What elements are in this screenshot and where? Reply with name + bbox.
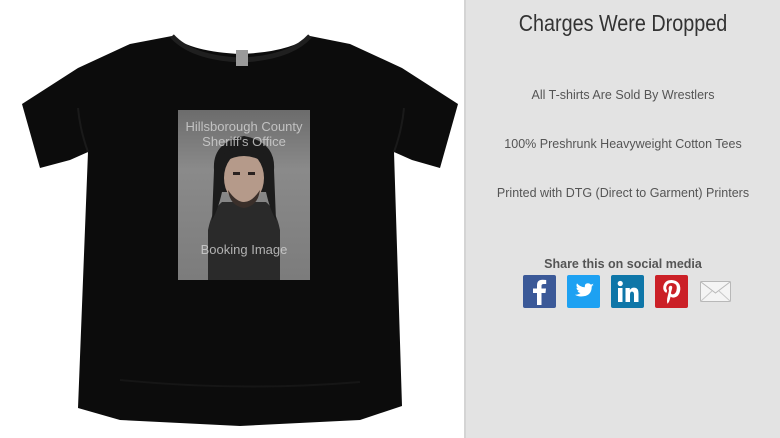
twitter-share-button[interactable]: [567, 275, 600, 308]
pinterest-share-button[interactable]: [655, 275, 688, 308]
email-share-button[interactable]: [699, 275, 732, 308]
product-title: Charges Were Dropped: [518, 10, 728, 36]
feature-sold-by: All T-shirts Are Sold By Wrestlers: [531, 88, 715, 102]
feature-fabric: 100% Preshrunk Heavyweight Cotton Tees: [504, 137, 742, 151]
mugshot-agency-line1: Hillsborough County: [185, 119, 303, 134]
pinterest-icon: [663, 280, 681, 304]
envelope-icon: [700, 281, 731, 302]
feature-printing: Printed with DTG (Direct to Garment) Pri…: [496, 186, 750, 200]
mugshot-caption: Booking Image: [200, 242, 288, 257]
linkedin-share-button[interactable]: [611, 275, 644, 308]
product-info-panel: Charges Were Dropped All T-shirts Are So…: [466, 0, 780, 438]
linkedin-icon: [617, 280, 639, 302]
share-heading: Share this on social media: [544, 257, 702, 271]
twitter-icon: [574, 283, 594, 297]
facebook-share-button[interactable]: [523, 275, 556, 308]
mugshot-agency-line2: Sheriff's Office: [202, 134, 286, 149]
product-image-panel[interactable]: Hillsborough County Sheriff's Office Boo…: [0, 0, 466, 438]
mugshot-print: Hillsborough County Sheriff's Office Boo…: [178, 110, 310, 280]
shirt-tag: [236, 50, 248, 66]
share-buttons: [523, 275, 732, 308]
facebook-icon: [533, 279, 547, 305]
